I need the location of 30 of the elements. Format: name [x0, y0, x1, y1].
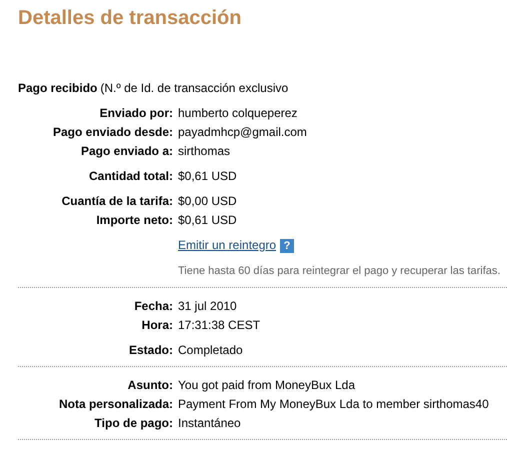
field-value: Completado — [178, 342, 244, 357]
field-label: Tipo de pago: — [94, 416, 173, 430]
field-label: Nota personalizada: — [58, 396, 173, 411]
page-title: Detalles de transacción — [18, 6, 242, 30]
refund-note: Tiene hasta 60 días para reintegrar el pago y recuperar las tarifas. — [178, 264, 502, 278]
field-value: 31 jul 2010 — [178, 298, 238, 313]
field-value: Instantáneo — [178, 416, 242, 430]
transaction-id-label: (N.º de Id. de transacción exclusivo — [100, 81, 288, 95]
field-value: $0,61 USD — [178, 169, 238, 183]
field-label: Cantidad total: — [88, 169, 173, 183]
payment-received-label: Pago recibido — [18, 81, 98, 95]
field-value: $0,61 USD — [178, 213, 238, 227]
field-label: Hora: — [140, 318, 173, 332]
field-value: sirthomas — [178, 144, 232, 158]
field-value: You got paid from MoneyBux Lda — [178, 378, 356, 392]
field-label: Fecha: — [133, 298, 173, 313]
field-label: Pago enviado a: — [80, 144, 173, 158]
field-label: Asunto: — [126, 378, 173, 392]
field-label: Enviado por: — [98, 106, 173, 120]
field-value: humberto colqueperez — [178, 106, 298, 120]
field-label: Pago enviado desde: — [52, 125, 173, 139]
field-label: Cuantía de la tarifa: — [60, 194, 173, 208]
field-value: 17:31:38 CEST — [178, 318, 262, 332]
field-label: Estado: — [128, 342, 173, 357]
help-icon[interactable]: ? — [280, 238, 294, 253]
field-value: $0,00 USD — [178, 194, 238, 208]
refund-link[interactable]: Emitir un reintegro — [178, 238, 276, 252]
field-value: payadmhcp@gmail.com — [178, 125, 308, 139]
field-label: Importe neto: — [95, 213, 173, 227]
field-value: Payment From My MoneyBux Lda to member sirthomas40 — [178, 396, 490, 411]
